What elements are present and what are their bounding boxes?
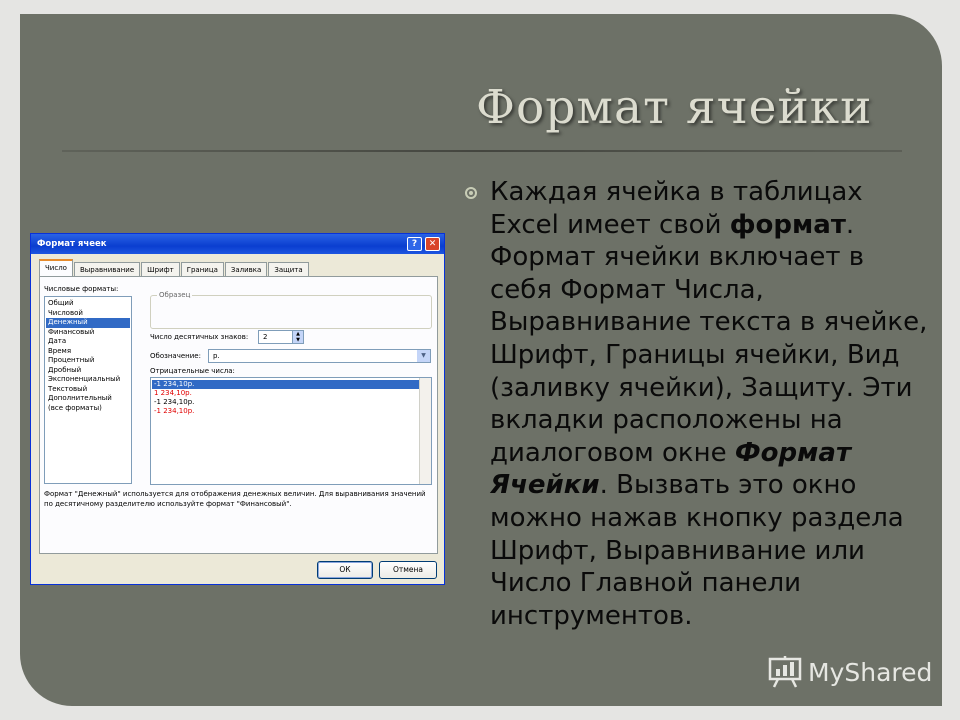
dialog-title: Формат ячеек [37, 239, 107, 249]
tab-border[interactable]: Граница [180, 262, 224, 276]
list-item[interactable]: Числовой [46, 309, 130, 319]
list-item-selected[interactable]: -1 234,10р. [152, 380, 430, 389]
body-part-3: . Формат ячейки включает в себя Формат Ч… [490, 209, 928, 468]
list-item[interactable]: Время [46, 347, 130, 357]
close-icon[interactable]: ✕ [425, 237, 440, 251]
slide-body-text: Каждая ячейка в таблицах Excel имеет сво… [490, 176, 930, 632]
negative-label: Отрицательные числа: [150, 367, 235, 375]
tab-protection[interactable]: Защита [268, 262, 309, 276]
list-item[interactable]: Экспоненциальный [46, 375, 130, 385]
list-item[interactable]: Текстовый [46, 385, 130, 395]
list-item-selected[interactable]: Денежный [46, 318, 130, 328]
dialog-tabs: Число Выравнивание Шрифт Граница Заливка… [39, 259, 310, 276]
tab-panel-number: Числовые форматы: Общий Числовой Денежны… [39, 276, 438, 554]
body-format-bold: формат [729, 209, 846, 240]
chevron-down-icon[interactable]: ▼ [417, 350, 430, 362]
tab-font[interactable]: Шрифт [141, 262, 180, 276]
list-item[interactable]: Процентный [46, 356, 130, 366]
format-description: Формат "Денежный" используется для отобр… [44, 490, 426, 508]
list-item[interactable]: Дробный [46, 366, 130, 376]
list-item[interactable]: Финансовый [46, 328, 130, 338]
slide-title: Формат ячейки [476, 80, 873, 135]
tab-alignment[interactable]: Выравнивание [73, 262, 141, 276]
list-item[interactable]: -1 234,10р. [152, 407, 430, 416]
body-part-1: Каждая ячейка в таблицах [490, 177, 863, 207]
tab-fill[interactable]: Заливка [224, 262, 268, 276]
dialog-titlebar: Формат ячеек ? ✕ [31, 234, 444, 254]
cancel-button[interactable]: Отмена [379, 561, 437, 579]
formats-label: Числовые форматы: [44, 285, 119, 293]
negative-numbers-list[interactable]: -1 234,10р. 1 234,10р. -1 234,10р. -1 23… [150, 377, 432, 485]
list-item[interactable]: -1 234,10р. [152, 398, 430, 407]
symbol-label: Обозначение: [150, 352, 201, 360]
decimals-value: 2 [263, 333, 268, 341]
scrollbar[interactable] [419, 378, 431, 484]
tab-number[interactable]: Число [39, 259, 73, 276]
symbol-select[interactable]: р. ▼ [208, 349, 431, 363]
list-item[interactable]: Дополнительный [46, 394, 130, 404]
help-icon[interactable]: ? [407, 237, 422, 251]
formats-list[interactable]: Общий Числовой Денежный Финансовый Дата … [44, 296, 132, 484]
bullet-icon [465, 187, 477, 199]
title-divider [62, 150, 902, 152]
spin-arrows-icon[interactable]: ▲ ▼ [292, 331, 303, 343]
watermark: MyShared [768, 656, 932, 688]
list-item[interactable]: 1 234,10р. [152, 389, 430, 398]
symbol-value: р. [213, 352, 220, 360]
sample-group: Образец [150, 291, 432, 329]
format-cells-dialog: Формат ячеек ? ✕ Число Выравнивание Шриф… [30, 233, 445, 585]
list-item[interactable]: Дата [46, 337, 130, 347]
watermark-text: MyShared [808, 657, 933, 687]
body-excel: Excel [490, 209, 559, 240]
body-part-2: имеет свой [558, 209, 730, 240]
list-item[interactable]: Общий [46, 299, 130, 309]
sample-label: Образец [157, 291, 193, 299]
decimals-label: Число десятичных знаков: [150, 333, 249, 341]
ok-button[interactable]: ОК [317, 561, 373, 579]
presentation-icon [768, 656, 802, 688]
list-item[interactable]: (все форматы) [46, 404, 130, 414]
decimals-stepper[interactable]: 2 ▲ ▼ [258, 330, 304, 344]
